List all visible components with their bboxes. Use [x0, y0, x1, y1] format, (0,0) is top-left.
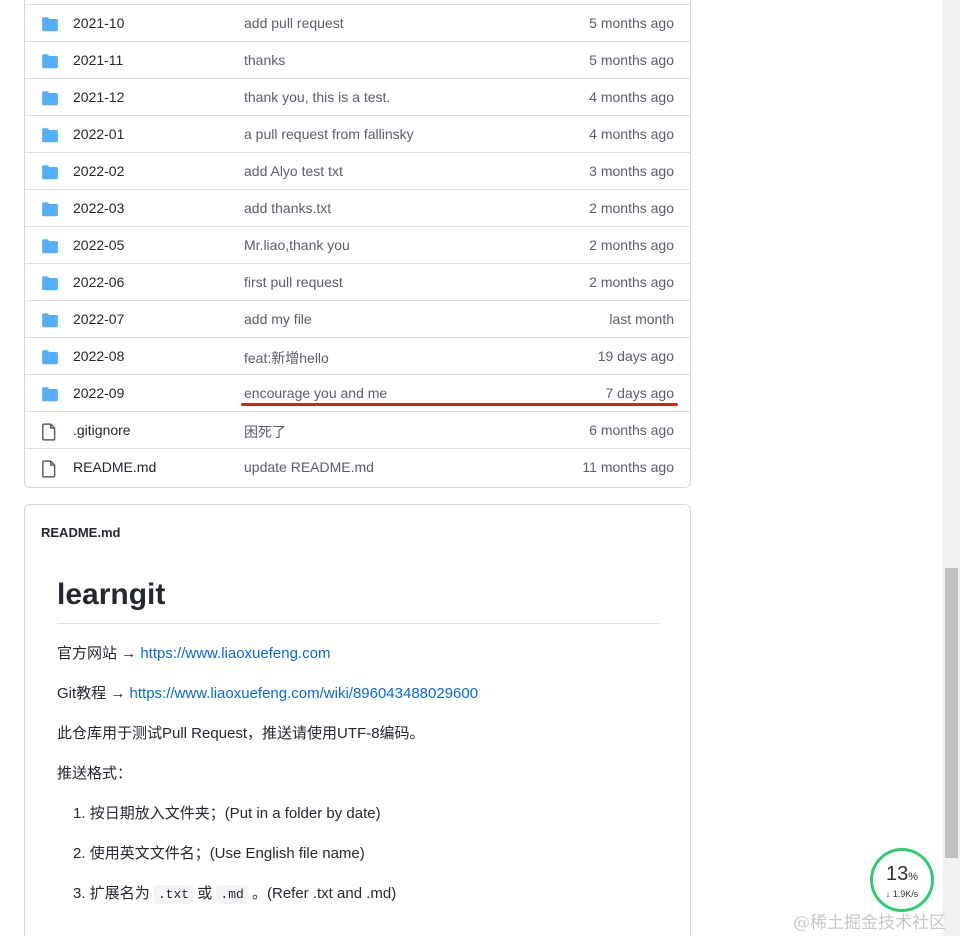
commit-message-link[interactable]: 困死了: [244, 422, 286, 442]
commit-message-link[interactable]: feat:新增hello: [244, 348, 329, 368]
file-name-link[interactable]: 2021-10: [73, 15, 124, 31]
commit-message-link[interactable]: encourage you and me: [244, 385, 387, 401]
highlight-underline: [241, 403, 678, 406]
commit-age: 7 days ago: [605, 385, 675, 401]
file-list: 2021-10 add pull request 5 months ago 2021-…: [24, 0, 691, 488]
commit-message-link[interactable]: thanks: [244, 52, 285, 68]
commit-message-link[interactable]: add pull request: [244, 15, 344, 31]
table-row[interactable]: 2022-07 add my file last month: [25, 300, 690, 337]
folder-icon: [41, 386, 59, 402]
commit-age: 2 months ago: [589, 200, 674, 216]
format-label: 推送格式：: [57, 765, 133, 782]
commit-age: 6 months ago: [589, 422, 674, 438]
file-name-link[interactable]: 2022-06: [73, 274, 124, 290]
speed-rate: ↓ 1.9K/s: [885, 889, 919, 899]
table-row[interactable]: 2022-05 Mr.liao,thank you 2 months ago: [25, 226, 690, 263]
purpose-text: 此仓库用于测试Pull Request，推送请使用UTF-8编码。: [57, 725, 425, 742]
commit-message-link[interactable]: update README.md: [244, 459, 374, 475]
file-name-link[interactable]: 2022-03: [73, 200, 124, 216]
folder-icon: [41, 238, 59, 254]
table-row[interactable]: 2022-02 add Alyo test txt 3 months ago: [25, 152, 690, 189]
folder-icon: [41, 164, 59, 180]
table-row[interactable]: 2021-10 add pull request 5 months ago: [25, 4, 690, 41]
list-item: 2. 使用英文文件名；(Use English file name): [73, 845, 365, 862]
table-row[interactable]: .gitignore 困死了 6 months ago: [25, 411, 690, 448]
commit-age: last month: [609, 311, 674, 327]
folder-icon: [41, 201, 59, 217]
table-row[interactable]: 2021-12 thank you, this is a test. 4 month…: [25, 78, 690, 115]
commit-age: 2 months ago: [589, 274, 674, 290]
folder-icon: [41, 53, 59, 69]
commit-age: 3 months ago: [589, 163, 674, 179]
table-row[interactable]: 2022-08 feat:新增hello 19 days ago: [25, 337, 690, 374]
speed-percent: 13%: [885, 863, 919, 885]
readme-heading: learngit: [57, 577, 659, 624]
file-icon: [41, 423, 59, 441]
site-prefix: 官方网站 →: [57, 645, 141, 662]
site-line: 官方网站 → https://www.liaoxuefeng.com: [57, 644, 659, 664]
commit-message-link[interactable]: a pull request from fallinsky: [244, 126, 414, 142]
file-icon: [41, 460, 59, 478]
commit-age: 4 months ago: [589, 89, 674, 105]
watermark: @稀土掘金技术社区: [793, 913, 946, 933]
file-name-link[interactable]: 2022-05: [73, 237, 124, 253]
commit-age: 11 months ago: [582, 459, 674, 475]
table-row[interactable]: 2022-01 a pull request from fallinsky 4 mo…: [25, 115, 690, 152]
network-speed-widget[interactable]: 13% ↓ 1.9K/s: [870, 848, 934, 912]
file-name-link[interactable]: 2022-08: [73, 348, 124, 364]
readme-filename: README.md: [41, 525, 121, 540]
file-name-link[interactable]: 2022-09: [73, 385, 124, 401]
table-row[interactable]: 2022-03 add thanks.txt 2 months ago: [25, 189, 690, 226]
file-name-link[interactable]: 2021-11: [73, 52, 123, 68]
folder-icon: [41, 312, 59, 328]
md-code: .md: [216, 885, 248, 904]
file-name-link[interactable]: 2022-07: [73, 311, 124, 327]
commit-message-link[interactable]: add Alyo test txt: [244, 163, 343, 179]
file-name-link[interactable]: 2022-02: [73, 163, 124, 179]
file-name-link[interactable]: .gitignore: [73, 422, 131, 438]
list-item: 1. 按日期放入文件夹；(Put in a folder by date): [73, 805, 381, 822]
commit-age: 19 days ago: [597, 348, 674, 364]
scrollbar-thumb[interactable]: [945, 568, 958, 858]
txt-code: .txt: [153, 885, 194, 904]
commit-age: 5 months ago: [589, 52, 674, 68]
commit-message-link[interactable]: thank you, this is a test.: [244, 89, 390, 105]
page-scrollbar[interactable]: [943, 0, 960, 936]
site-link[interactable]: https://www.liaoxuefeng.com: [140, 645, 330, 662]
commit-message-link[interactable]: first pull request: [244, 274, 343, 290]
readme-panel: README.md learngit 官方网站 → https://www.li…: [24, 504, 691, 936]
folder-icon: [41, 349, 59, 365]
commit-age: 2 months ago: [589, 237, 674, 253]
table-row[interactable]: 2022-06 first pull request 2 months ago: [25, 263, 690, 300]
table-row[interactable]: README.md update README.md 11 months ago: [25, 448, 690, 485]
file-name-link[interactable]: 2021-12: [73, 89, 124, 105]
commit-message-link[interactable]: add my file: [244, 311, 312, 327]
commit-age: 4 months ago: [589, 126, 674, 142]
file-name-link[interactable]: README.md: [73, 459, 156, 475]
folder-icon: [41, 127, 59, 143]
table-row[interactable]: 2021-11 thanks 5 months ago: [25, 41, 690, 78]
folder-icon: [41, 16, 59, 32]
tutorial-link[interactable]: https://www.liaoxuefeng.com/wiki/8960434…: [130, 685, 479, 702]
file-name-link[interactable]: 2022-01: [73, 126, 124, 142]
commit-message-link[interactable]: add thanks.txt: [244, 200, 331, 216]
commit-message-link[interactable]: Mr.liao,thank you: [244, 237, 350, 253]
readme-body: learngit 官方网站 → https://www.liaoxuefeng.…: [57, 577, 659, 925]
folder-icon: [41, 90, 59, 106]
tutorial-line: Git教程 → https://www.liaoxuefeng.com/wiki…: [57, 684, 659, 704]
tutorial-prefix: Git教程 →: [57, 685, 130, 702]
list-item: 3. 扩展名为 .txt 或 .md 。(Refer .txt and .md): [73, 885, 397, 904]
commit-age: 5 months ago: [589, 15, 674, 31]
format-list: 1. 按日期放入文件夹；(Put in a folder by date) 2.…: [57, 804, 659, 905]
folder-icon: [41, 275, 59, 291]
